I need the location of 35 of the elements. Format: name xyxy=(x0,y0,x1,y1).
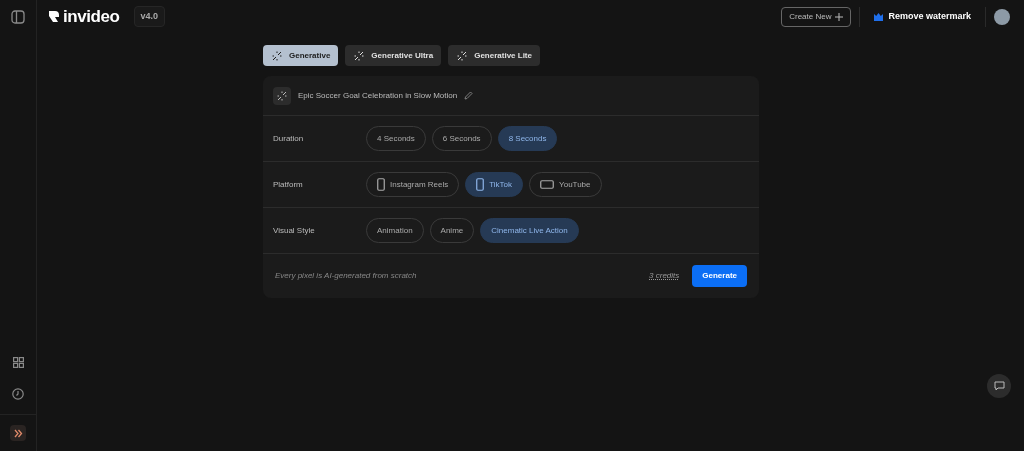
grid-icon[interactable] xyxy=(12,357,24,368)
phone-icon xyxy=(377,178,385,191)
expand-button[interactable] xyxy=(10,425,26,441)
sparkle-icon xyxy=(456,49,469,62)
setting-label: Visual Style xyxy=(273,224,316,237)
logo-text: invideo xyxy=(63,5,120,28)
mode-tab[interactable]: Generative Lite xyxy=(448,45,540,66)
option-pill[interactable]: Cinematic Live Action xyxy=(480,218,579,243)
phone-icon xyxy=(476,178,485,191)
double-chevron-icon xyxy=(13,428,23,438)
clock-icon[interactable] xyxy=(12,388,24,400)
setting-label: Duration xyxy=(273,132,305,145)
footer-note: Every pixel is AI-generated from scratch xyxy=(275,270,417,282)
pencil-icon[interactable] xyxy=(464,91,474,100)
mode-tab[interactable]: Generative Ultra xyxy=(345,45,442,66)
sidebar-toggle-icon[interactable] xyxy=(11,10,25,24)
mode-tab[interactable]: Generative xyxy=(263,45,339,66)
option-pill[interactable]: 8 Seconds xyxy=(497,126,558,151)
plus-icon xyxy=(835,12,844,21)
logo-icon xyxy=(47,10,61,23)
remove-watermark-button[interactable]: Remove watermark xyxy=(868,9,977,24)
setting-label: Platform xyxy=(273,178,304,191)
crown-icon xyxy=(874,12,884,21)
prompt-text: Epic Soccer Goal Celebration in Slow Motion xyxy=(298,89,458,102)
sparkle-icon xyxy=(271,49,283,62)
option-pill[interactable]: TikTok xyxy=(465,172,524,197)
screen-icon xyxy=(540,180,555,189)
version-badge: v4.0 xyxy=(133,5,166,28)
sparkle-icon xyxy=(353,49,366,62)
avatar[interactable] xyxy=(994,8,1010,25)
chat-icon xyxy=(993,380,1005,392)
chat-button[interactable] xyxy=(987,374,1011,398)
generate-button[interactable]: Generate xyxy=(692,265,747,287)
create-new-button[interactable]: Create New xyxy=(781,6,852,27)
credits-link[interactable]: 3 credits xyxy=(649,270,680,282)
